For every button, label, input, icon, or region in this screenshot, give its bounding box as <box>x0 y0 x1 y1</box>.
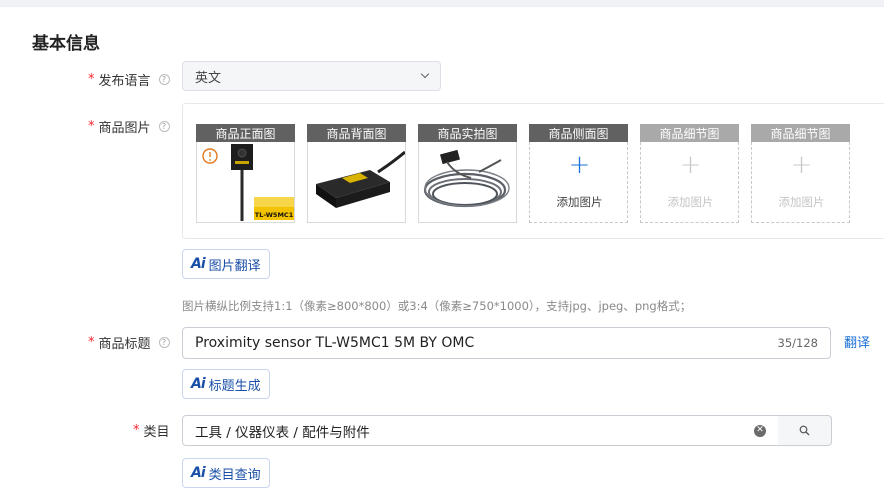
product-image-real[interactable] <box>418 142 517 223</box>
add-image-button[interactable]: + 添加图片 <box>529 142 628 223</box>
title-generate-button[interactable]: Ai 标题生成 <box>182 369 270 399</box>
clear-icon[interactable]: ✕ <box>754 424 766 437</box>
chevron-down-icon <box>420 69 430 79</box>
char-count: 35/128 <box>777 336 818 350</box>
image-slot-header: 商品细节图 <box>751 124 850 142</box>
add-image-button-disabled: + 添加图片 <box>640 142 739 223</box>
add-image-label: 添加图片 <box>667 195 714 209</box>
title-input-value: Proximity sensor TL-W5MC1 5M BY OMC <box>195 335 475 351</box>
category-query-button[interactable]: Ai 类目查询 <box>182 458 270 488</box>
title-input[interactable]: Proximity sensor TL-W5MC1 5M BY OMC 35/1… <box>182 327 831 359</box>
required-mark: * <box>88 119 95 134</box>
title-generate-label: 标题生成 <box>208 378 261 394</box>
add-image-label: 添加图片 <box>556 195 603 209</box>
label-text: TL-W5MC1 <box>255 211 294 219</box>
help-icon[interactable]: ? <box>158 74 170 85</box>
images-label-text: 商品图片 <box>98 121 151 136</box>
language-label: * 发布语言 ? <box>88 70 170 89</box>
images-label: * 商品图片 ? <box>88 117 170 136</box>
plus-icon: + <box>790 150 813 180</box>
image-slot-header: 商品实拍图 <box>418 124 517 142</box>
section-title: 基本信息 <box>32 34 100 54</box>
language-label-text: 发布语言 <box>98 74 151 89</box>
help-icon[interactable]: ? <box>158 337 170 348</box>
basic-info-card: 基本信息 * 发布语言 ? 英文 * 商品图片 ? 商品正面图 TL-W5MC1… <box>0 6 884 499</box>
category-input[interactable]: 工具 / 仪器仪表 / 配件与附件 ✕ <box>182 415 779 446</box>
image-translate-button[interactable]: Ai 图片翻译 <box>182 249 270 279</box>
required-mark: * <box>88 335 95 350</box>
title-label-text: 商品标题 <box>98 337 151 352</box>
image-slot-back[interactable]: 商品背面图 <box>307 124 406 223</box>
category-search-button[interactable] <box>778 415 832 446</box>
plus-icon: + <box>679 150 702 180</box>
image-translate-label: 图片翻译 <box>208 258 261 274</box>
ai-icon: Ai <box>191 465 206 481</box>
image-slot-detail: 商品细节图 + 添加图片 <box>751 124 850 223</box>
product-image-back[interactable] <box>307 142 406 223</box>
image-format-hint: 图片横纵比例支持1:1（像素≥800*800）或3:4（像素≥750*1000）… <box>182 299 692 313</box>
ai-icon: Ai <box>191 376 206 392</box>
required-mark: * <box>88 72 95 87</box>
language-select[interactable]: 英文 <box>182 61 441 91</box>
category-label: * 类目 <box>133 421 170 440</box>
image-slot-front[interactable]: 商品正面图 TL-W5MC1 <box>196 124 295 223</box>
translate-link[interactable]: 翻译 <box>844 332 870 351</box>
add-image-button-disabled: + 添加图片 <box>751 142 850 223</box>
image-slot-header: 商品侧面图 <box>529 124 628 142</box>
required-mark: * <box>133 423 140 438</box>
image-slot-side[interactable]: 商品侧面图 + 添加图片 <box>529 124 628 223</box>
image-upload-panel: 商品正面图 TL-W5MC1 商品背面图 商品实拍图 商品侧面图 + 添加图片 … <box>182 103 884 239</box>
category-query-label: 类目查询 <box>208 467 261 483</box>
category-label-text: 类目 <box>143 425 170 440</box>
title-label: * 商品标题 ? <box>88 333 170 352</box>
language-select-value: 英文 <box>195 70 222 86</box>
image-slot-real[interactable]: 商品实拍图 <box>418 124 517 223</box>
help-icon[interactable]: ? <box>158 121 170 132</box>
category-input-value: 工具 / 仪器仪表 / 配件与附件 <box>195 424 370 441</box>
product-image-front[interactable]: TL-W5MC1 <box>196 142 295 223</box>
image-slot-header: 商品背面图 <box>307 124 406 142</box>
image-slot-header: 商品正面图 <box>196 124 295 142</box>
add-image-label: 添加图片 <box>778 195 825 209</box>
search-icon <box>799 425 810 436</box>
image-slot-detail: 商品细节图 + 添加图片 <box>640 124 739 223</box>
ai-icon: Ai <box>191 256 206 272</box>
sensor-cable-image <box>419 142 516 222</box>
plus-icon: + <box>568 150 591 180</box>
sensor-front-image: TL-W5MC1 <box>197 142 294 222</box>
sensor-back-image <box>308 142 405 222</box>
image-slot-header: 商品细节图 <box>640 124 739 142</box>
